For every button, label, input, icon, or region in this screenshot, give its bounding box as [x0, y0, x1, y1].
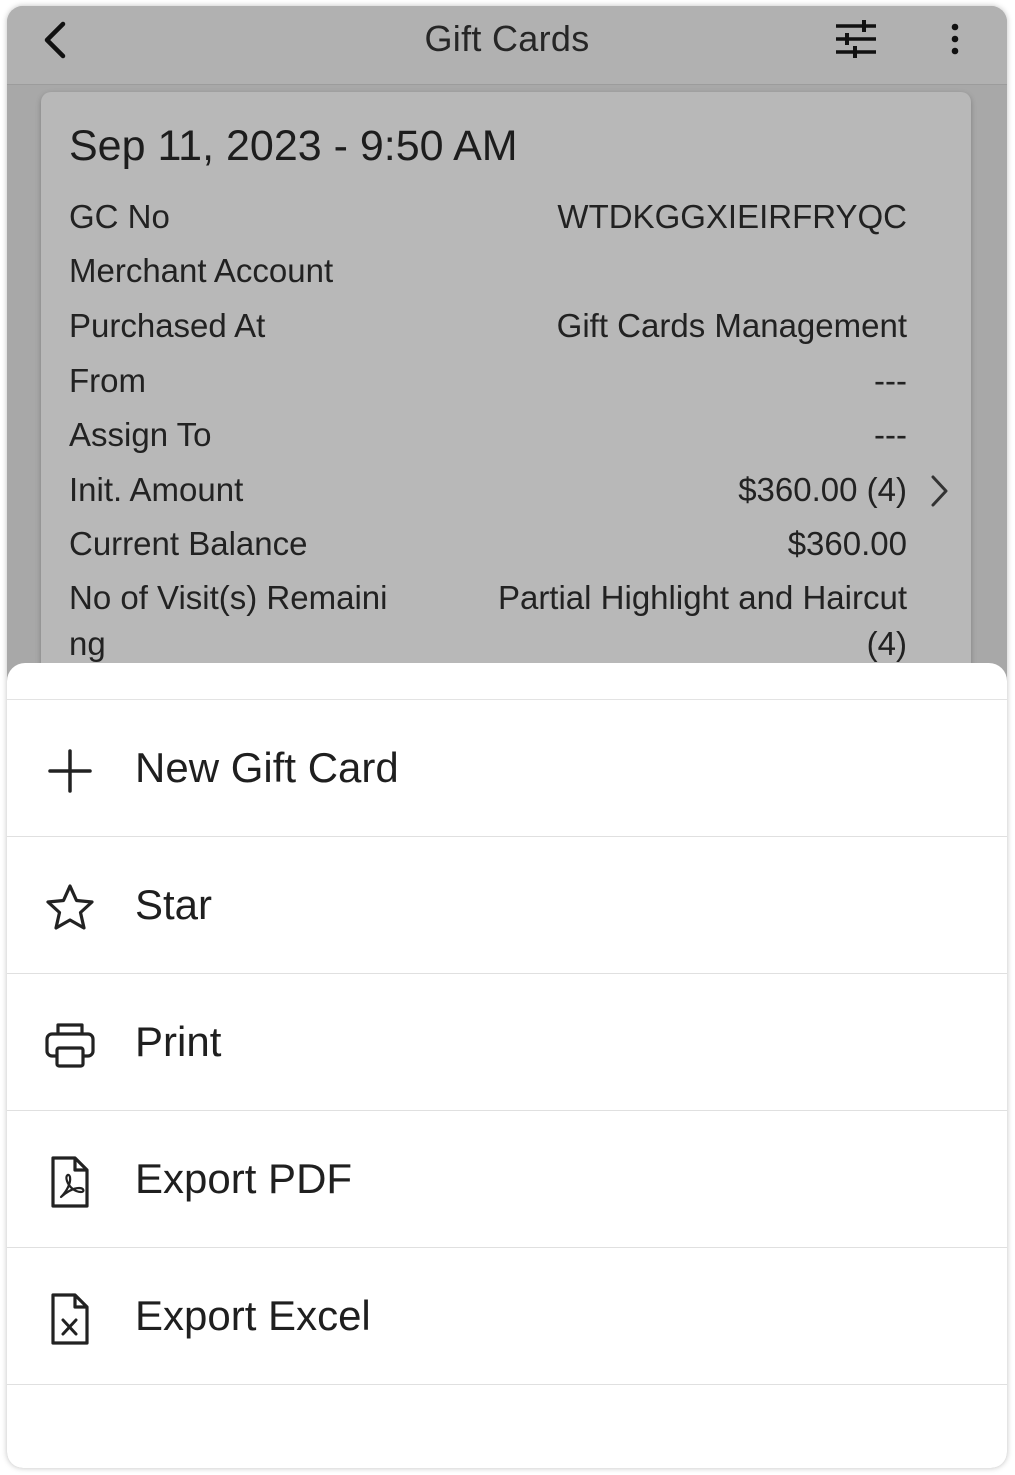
plus-icon — [48, 749, 92, 793]
row-value-line: Partial Highlight and Haircut — [497, 579, 907, 616]
menu-item-export-pdf[interactable]: Export PDF — [7, 1111, 1007, 1248]
app-frame: Gift Cards Sep 11, 2023 - 9:50 AM GC No … — [7, 6, 1007, 1468]
chevron-right-icon[interactable] — [927, 473, 951, 509]
action-bottom-sheet: New Gift Card Star Print Export PDF Expo… — [7, 663, 1007, 1468]
menu-item-new-gift-card[interactable]: New Gift Card — [7, 700, 1007, 837]
menu-item-label: Print — [135, 1018, 222, 1065]
menu-item-print[interactable]: Print — [7, 974, 1007, 1111]
menu-item-label: Star — [135, 881, 213, 928]
row-label-line: No of Visit(s) Remaini — [69, 579, 388, 616]
card-date: Sep 11, 2023 - 9:50 AM — [69, 122, 518, 170]
more-vertical-icon — [951, 23, 959, 55]
row-value: Partial Highlight and Haircut (4) — [437, 575, 907, 667]
row-label: Init. Amount — [69, 471, 244, 508]
menu-item-label: Export PDF — [135, 1155, 353, 1202]
row-label: Merchant Account — [69, 252, 334, 289]
filter-button[interactable] — [833, 18, 879, 62]
row-value: Gift Cards Management — [556, 307, 907, 344]
row-value: --- — [874, 362, 907, 399]
pdf-file-icon — [51, 1156, 89, 1208]
row-label: From — [69, 362, 146, 399]
row-label: Current Balance — [69, 525, 308, 562]
gift-card-details[interactable]: Sep 11, 2023 - 9:50 AM GC No WTDKGGXIEIR… — [41, 92, 971, 692]
top-app-bar: Gift Cards — [7, 6, 1007, 85]
printer-icon — [45, 1023, 95, 1068]
row-label: Purchased At — [69, 307, 266, 344]
row-label: Assign To — [69, 416, 212, 453]
row-label: No of Visit(s) Remaini ng — [69, 575, 429, 667]
star-icon — [46, 884, 94, 930]
sliders-icon — [836, 20, 876, 58]
menu-item-label: Export Excel — [135, 1292, 371, 1339]
row-label: GC No — [69, 198, 170, 235]
row-value: $360.00 — [787, 525, 907, 562]
menu-item-star[interactable]: Star — [7, 837, 1007, 974]
menu-item-label: New Gift Card — [135, 744, 399, 791]
row-value: $360.00 (4) — [738, 471, 907, 508]
more-options-button[interactable] — [943, 18, 967, 62]
excel-file-icon — [51, 1293, 89, 1345]
row-value: --- — [874, 416, 907, 453]
row-label-line: ng — [69, 625, 106, 662]
menu-item-export-excel[interactable]: Export Excel — [7, 1248, 1007, 1385]
row-value-line: (4) — [866, 625, 907, 662]
row-value: WTDKGGXIEIRFRYQC — [557, 198, 907, 235]
